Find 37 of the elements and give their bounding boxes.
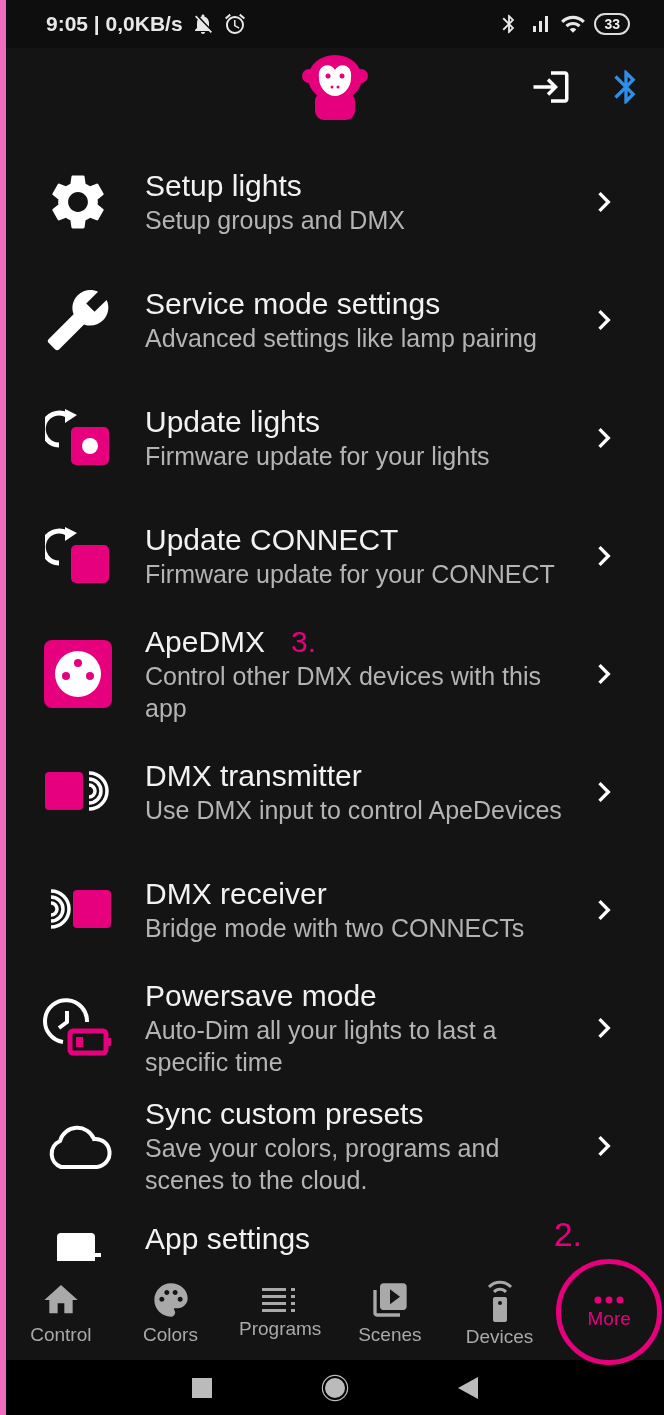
- recents-icon[interactable]: [192, 1377, 212, 1398]
- menu-item-title: Update CONNECT: [145, 522, 399, 558]
- menu-item-title: Update lights: [145, 404, 321, 440]
- menu-item-subtitle: Bridge mode with two CONNECTs: [145, 913, 526, 944]
- menu-item-title: Setup lights: [145, 168, 302, 204]
- nav-tab[interactable]: Programs: [225, 1265, 335, 1360]
- back-icon[interactable]: [458, 1376, 478, 1399]
- menu-item-subtitle: Save your colors, programs and scenes to the cloud.: [145, 1133, 501, 1196]
- monkey-logo: [301, 54, 369, 120]
- alarm-icon: [222, 12, 247, 36]
- nav-tab[interactable]: Control: [6, 1265, 116, 1360]
- nav-tab[interactable]: More: [554, 1265, 664, 1360]
- nav-tab[interactable]: Devices: [444, 1265, 555, 1360]
- annotation-number: 2.: [553, 1215, 582, 1254]
- menu-item-subtitle: Firmware update for your CONNECT: [145, 559, 556, 590]
- menu-item-subtitle: Use DMX input to control ApeDevices: [145, 795, 563, 826]
- timer-battery-icon: [42, 998, 113, 1058]
- annotation-number: 3.: [291, 625, 317, 659]
- menu-item-title: Service mode settings: [145, 286, 441, 322]
- status-time: 9:05 | 0,0KB/s: [46, 12, 183, 36]
- dmx-plug-icon: [43, 640, 112, 708]
- home-circle-icon[interactable]: [320, 1372, 350, 1403]
- menu-item-title: Powersave mode: [145, 978, 377, 1014]
- menu-item-subtitle: Setup groups and DMX: [145, 205, 406, 236]
- menu-item-subtitle: Auto-Dim all your lights to last a specific time: [145, 1015, 498, 1078]
- menu-item-subtitle: Advanced settings like lamp pairing: [145, 323, 538, 354]
- battery-indicator: 33: [594, 13, 630, 35]
- menu-item-title: Sync custom presets: [145, 1096, 424, 1132]
- nav-tab[interactable]: Colors: [115, 1265, 226, 1360]
- menu-item-subtitle: Control other DMX devices with this app: [145, 661, 542, 724]
- more-icon: [594, 1295, 625, 1304]
- menu-item-title: DMX transmitter: [145, 758, 362, 794]
- menu-item-title: DMX receiver: [145, 876, 327, 912]
- menu-item-title: ApeDMX: [145, 624, 266, 660]
- menu-item-subtitle: Firmware update for your lights: [145, 441, 491, 472]
- nav-tab[interactable]: Scenes: [335, 1265, 445, 1360]
- menu-item-title: App settings: [145, 1221, 311, 1257]
